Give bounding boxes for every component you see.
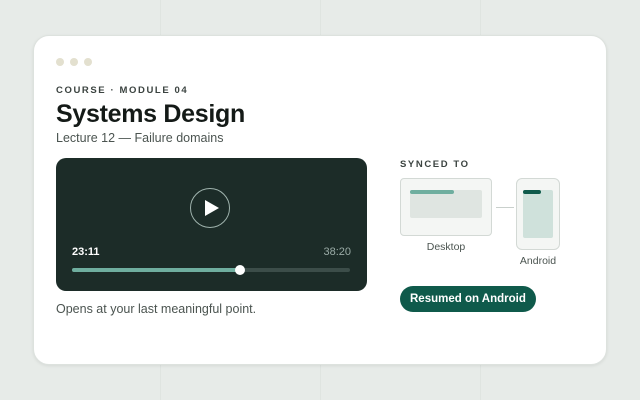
desktop-screen — [410, 190, 482, 218]
device-label-android: Android — [519, 255, 557, 267]
phone-screen — [523, 190, 553, 238]
play-icon — [205, 200, 219, 216]
synced-to-label: SYNCED TO — [400, 159, 470, 170]
phone-progress-bar — [523, 190, 541, 194]
play-button[interactable] — [190, 188, 230, 228]
resume-caption: Opens at your last meaningful point. — [56, 302, 257, 316]
window-dots — [56, 58, 92, 66]
desktop-progress-bar — [410, 190, 454, 194]
lecture-subtitle: Lecture 12 — Failure domains — [56, 131, 224, 145]
progress-fill — [72, 268, 241, 272]
phone-icon — [516, 178, 560, 250]
video-player[interactable]: 23:11 38:20 — [56, 158, 367, 291]
window-dot — [70, 58, 78, 66]
desktop-icon — [400, 178, 492, 236]
total-time: 38:20 — [323, 246, 351, 258]
device-label-desktop: Desktop — [426, 241, 466, 253]
course-title: Systems Design — [56, 100, 245, 128]
scrubber-handle[interactable] — [235, 265, 246, 275]
course-card: COURSE · MODULE 04 Systems Design Lectur… — [33, 35, 607, 365]
resumed-status-badge: Resumed on Android — [400, 286, 536, 312]
progress-bar[interactable] — [72, 265, 350, 275]
sync-connector — [496, 207, 514, 208]
window-dot — [56, 58, 64, 66]
window-dot — [84, 58, 92, 66]
current-time: 23:11 — [72, 246, 100, 258]
course-eyebrow: COURSE · MODULE 04 — [56, 85, 189, 96]
